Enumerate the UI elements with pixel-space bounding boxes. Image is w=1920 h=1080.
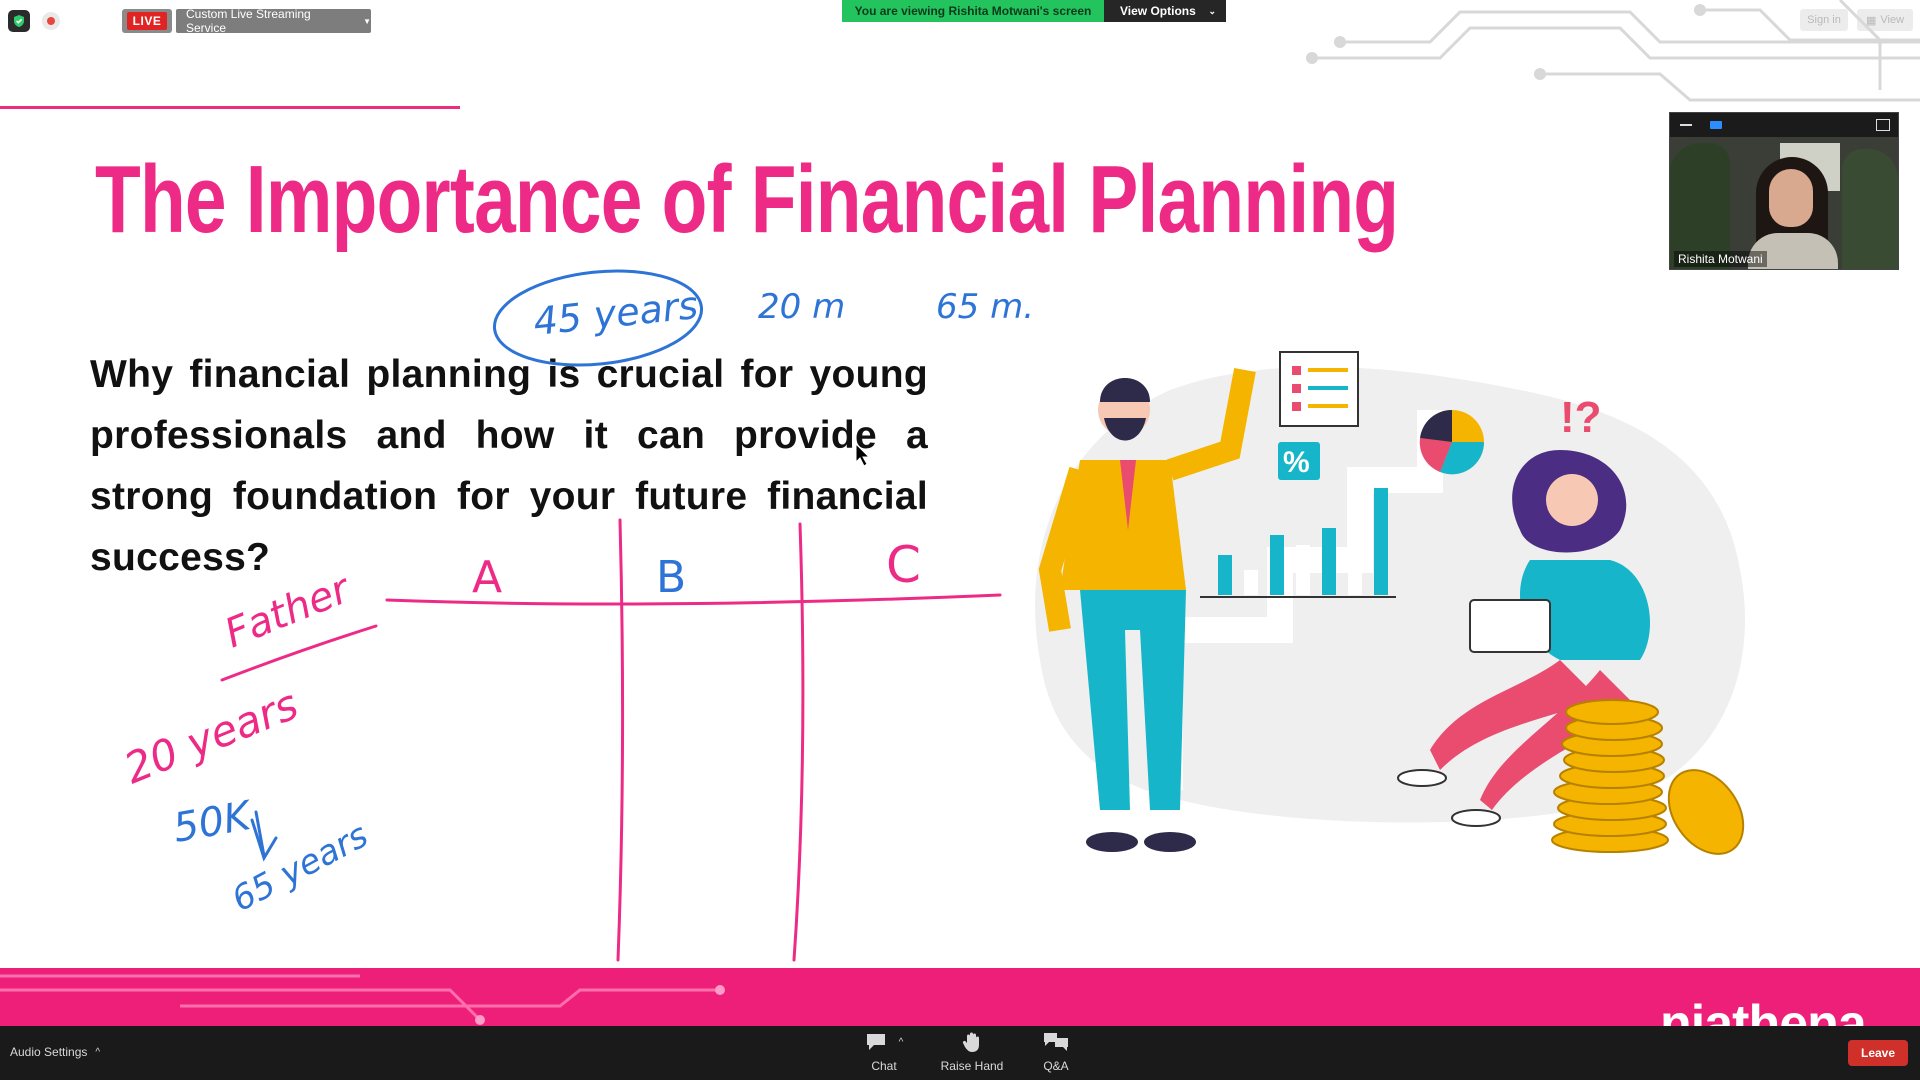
annotation-45-years: 45 years <box>531 283 700 344</box>
annotation-column-a: A <box>472 552 502 603</box>
annotation-table-divider-2 <box>792 522 805 962</box>
participant-video-tile[interactable]: Rishita Motwani <box>1669 112 1899 270</box>
chevron-up-icon: ^ <box>95 1046 101 1058</box>
footer-circuit-decoration <box>0 974 725 1025</box>
cursor-icon <box>855 442 871 467</box>
annotation-layer: 45 years 20 m 65 m. A B C Father 20 year… <box>117 269 1034 962</box>
raise-hand-button[interactable]: Raise Hand <box>932 1031 1012 1073</box>
minimize-icon[interactable] <box>1680 124 1692 126</box>
annotation-father: Father <box>219 565 359 657</box>
qa-button[interactable]: Q&A <box>1016 1031 1096 1073</box>
annotation-table-divider-1 <box>616 518 625 962</box>
chat-button[interactable]: ^ Chat <box>844 1031 924 1073</box>
annotation-column-b: B <box>656 552 686 603</box>
raise-hand-label: Raise Hand <box>940 1059 1004 1073</box>
annotation-column-c: C <box>886 536 921 594</box>
video-tile-titlebar <box>1670 113 1898 137</box>
leave-button[interactable]: Leave <box>1848 1040 1908 1066</box>
annotation-20m: 20 m <box>758 287 845 327</box>
chat-label: Chat <box>871 1059 897 1073</box>
audio-settings-label: Audio Settings <box>10 1045 88 1059</box>
audio-settings-button[interactable]: Audio Settings ^ <box>10 1045 100 1059</box>
chevron-up-icon[interactable]: ^ <box>899 1037 904 1048</box>
participant-name: Rishita Motwani <box>1674 251 1767 267</box>
video-view-icon[interactable] <box>1710 121 1722 129</box>
slide-footer-bar <box>0 968 1920 1026</box>
chat-icon: ^ <box>865 1031 904 1053</box>
hand-icon <box>962 1031 982 1053</box>
annotation-20-years: 20 years <box>117 680 304 794</box>
expand-icon[interactable] <box>1876 119 1890 131</box>
qa-label: Q&A <box>1043 1059 1069 1073</box>
annotation-65m: 65 m. <box>936 287 1034 327</box>
annotation-50k: 50K <box>170 793 257 852</box>
qa-icon <box>1043 1031 1069 1053</box>
